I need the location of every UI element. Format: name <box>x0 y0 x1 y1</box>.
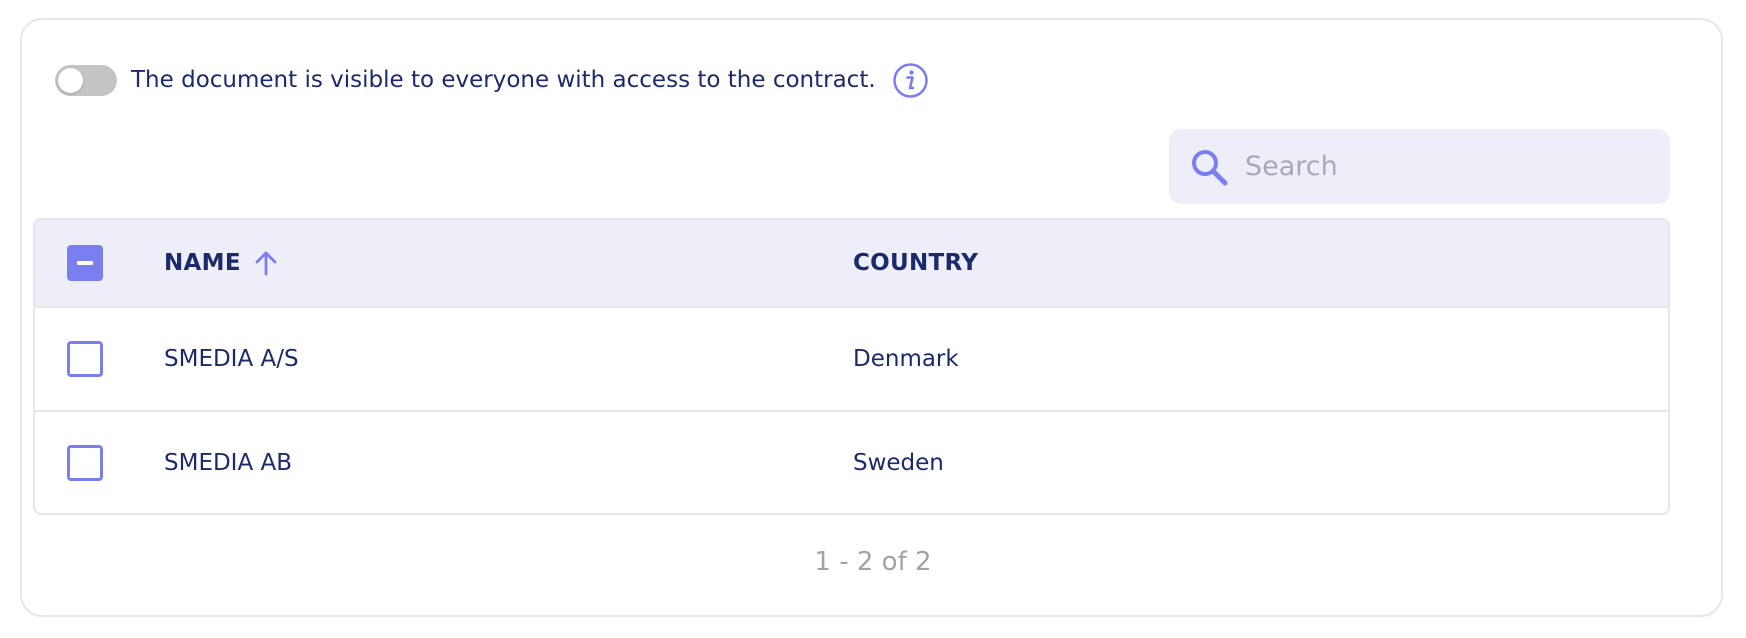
select-all-checkbox[interactable] <box>67 245 103 281</box>
search-icon <box>1189 147 1229 187</box>
toggle-knob <box>58 67 83 93</box>
search-input[interactable] <box>1245 151 1645 182</box>
indeterminate-dash-icon <box>77 261 93 265</box>
table-header: NAME COUNTRY <box>35 220 1668 306</box>
visibility-row: The document is visible to everyone with… <box>55 62 929 98</box>
info-icon[interactable] <box>892 62 929 99</box>
row-name: SMEDIA AB <box>164 450 293 476</box>
row-country: Sweden <box>853 450 944 476</box>
column-header-country[interactable]: COUNTRY <box>853 250 978 276</box>
companies-table: NAME COUNTRY SMEDIA A/S Denmark SMEDIA A… <box>33 218 1670 515</box>
column-header-name-label: NAME <box>164 250 241 276</box>
row-name: SMEDIA A/S <box>164 346 299 372</box>
visibility-label: The document is visible to everyone with… <box>131 67 876 93</box>
pagination-summary: 1 - 2 of 2 <box>814 547 932 577</box>
table-row[interactable]: SMEDIA AB Sweden <box>35 410 1668 513</box>
visibility-toggle[interactable] <box>55 64 117 96</box>
row-checkbox[interactable] <box>67 445 103 481</box>
table-row[interactable]: SMEDIA A/S Denmark <box>35 306 1668 410</box>
row-checkbox[interactable] <box>67 341 103 377</box>
column-header-country-label: COUNTRY <box>853 250 979 276</box>
row-country: Denmark <box>853 346 959 372</box>
search-box[interactable] <box>1169 129 1670 204</box>
sort-ascending-icon[interactable] <box>253 250 279 276</box>
column-header-name[interactable]: NAME <box>164 250 279 276</box>
